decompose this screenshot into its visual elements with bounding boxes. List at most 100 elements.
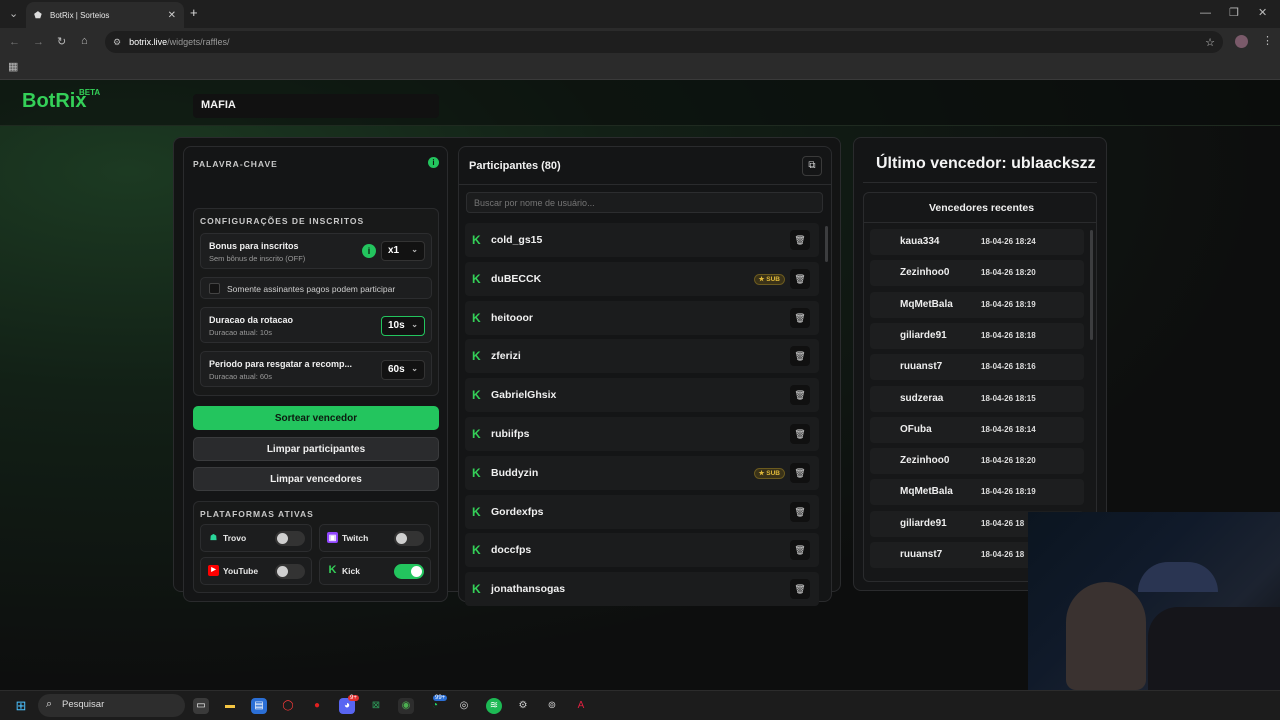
winner-date: 18-04-26 18:18: [981, 330, 1036, 340]
winner-date: 18-04-26 18:20: [981, 456, 1036, 466]
trash-icon[interactable]: 🗑: [790, 307, 810, 328]
trash-icon[interactable]: 🗑: [790, 268, 810, 289]
back-icon[interactable]: ←: [9, 36, 20, 48]
kick-icon: K: [472, 310, 481, 325]
chair-headrest: [1138, 562, 1218, 592]
trash-icon[interactable]: 🗑: [790, 346, 810, 367]
address-bar[interactable]: ⚙ botrix.live/widgets/raffles/ ☆: [105, 31, 1223, 53]
winner-name: MqMetBala: [900, 486, 953, 498]
participant-row[interactable]: K Buddyzin ★ SUB 🗑: [465, 455, 819, 490]
bookmark-star-icon[interactable]: ☆: [1205, 36, 1215, 49]
participant-row[interactable]: K GabrielGhsix 🗑: [465, 378, 819, 413]
trash-icon[interactable]: 🗑: [790, 424, 810, 444]
maximize-icon[interactable]: ❐: [1229, 7, 1239, 19]
trash-icon[interactable]: 🗑: [790, 501, 810, 522]
kick-toggle[interactable]: [394, 564, 424, 579]
participants-scrollbar[interactable]: [825, 226, 828, 262]
participant-row[interactable]: K Gordexfps 🗑: [465, 494, 819, 529]
opera-gx-icon[interactable]: ◯: [280, 698, 296, 714]
store-icon[interactable]: ▤: [251, 698, 267, 714]
botrix-logo[interactable]: BotRix: [22, 90, 86, 113]
participant-row[interactable]: Kzferizi 🗑: [465, 339, 819, 374]
keyword-input[interactable]: MAFIA: [193, 94, 439, 118]
rotation-select-value: 10s: [388, 320, 405, 331]
participant-name: cold_gs15: [491, 234, 543, 246]
participant-row[interactable]: Krubiifps 🗑: [465, 417, 819, 451]
minimize-icon[interactable]: —: [1200, 7, 1211, 19]
botrix-favicon-icon: ⬟: [34, 9, 42, 20]
winner-row: OFuba 18-04-26 18:14: [870, 416, 1084, 443]
trash-icon[interactable]: 🗑: [790, 230, 810, 250]
copy-icon[interactable]: ⧉: [802, 156, 822, 176]
info-icon[interactable]: i: [428, 157, 439, 168]
youtube-toggle[interactable]: [275, 564, 305, 579]
winner-date: 18-04-26 18: [981, 518, 1025, 528]
bonus-info-icon[interactable]: i: [362, 244, 376, 258]
trash-icon[interactable]: 🗑: [790, 462, 810, 483]
steam-icon[interactable]: ◎: [456, 698, 472, 714]
windows-start-icon[interactable]: ⊞: [13, 698, 29, 714]
menu-kebab-icon[interactable]: ⋮: [1262, 35, 1273, 47]
participant-name: GabrielGhsix: [491, 389, 557, 402]
winners-scrollbar[interactable]: [1090, 230, 1093, 340]
app-disc-icon[interactable]: ⊚: [544, 698, 560, 714]
home-icon[interactable]: ⌂: [81, 35, 88, 47]
winner-name: MqMetBala: [900, 298, 953, 310]
person-head: [1066, 582, 1146, 690]
trovo-toggle[interactable]: [275, 531, 305, 546]
taskbar-search[interactable]: ⌕ Pesquisar: [38, 694, 185, 717]
discord-badge: 9+: [348, 695, 359, 701]
twitch-toggle[interactable]: [394, 531, 424, 546]
winner-date: 18-04-26 18:15: [981, 393, 1036, 403]
forward-icon[interactable]: →: [33, 36, 44, 48]
platform-twitch: ▣ Twitch: [319, 524, 431, 552]
participant-row[interactable]: Kdoccfps 🗑: [465, 533, 819, 568]
file-explorer-icon[interactable]: ▬: [222, 698, 238, 714]
participant-name: heitooor: [491, 311, 533, 324]
xbox-icon[interactable]: ⊠: [368, 698, 384, 714]
rotation-select[interactable]: 10s ⌄: [381, 316, 425, 336]
site-header: BotRix BETA: [0, 80, 1280, 126]
profile-avatar[interactable]: [1235, 35, 1248, 48]
participants-title: Participantes (80): [469, 160, 561, 172]
site-info-icon[interactable]: ⚙: [113, 37, 121, 48]
platform-trovo-label: Trovo: [223, 533, 247, 543]
close-tab-icon[interactable]: ✕: [168, 10, 176, 21]
apps-grid-icon[interactable]: ▦: [8, 61, 18, 73]
paid-only-checkbox[interactable]: [209, 283, 220, 294]
tab-search-chevron-icon[interactable]: ⌄: [9, 8, 18, 20]
app-red-icon[interactable]: ●: [309, 698, 325, 714]
bonus-select[interactable]: x1 ⌄: [381, 241, 425, 261]
participant-search-input[interactable]: [466, 192, 823, 213]
winner-name: OFuba: [900, 423, 932, 435]
browser-tab-bar: ⌄ ⬟ BotRix | Sorteios ✕ + — ❐ ✕: [0, 0, 1280, 28]
clear-winners-button[interactable]: Limpar vencedores: [193, 467, 439, 491]
subscriber-config-title: CONFIGURAÇÕES DE INSCRITOS: [200, 216, 365, 226]
reload-icon[interactable]: ↻: [57, 36, 66, 48]
winner-date: 18-04-26 18:19: [981, 487, 1036, 497]
trash-icon[interactable]: 🗑: [790, 579, 810, 600]
settings-gear-icon[interactable]: ⚙: [515, 698, 531, 714]
task-view-icon[interactable]: ▭: [193, 698, 209, 714]
paid-only-row[interactable]: Somente assinantes pagos podem participa…: [200, 277, 432, 299]
participant-row[interactable]: Kcold_gs15 🗑: [465, 223, 819, 257]
app-a-icon[interactable]: A: [573, 698, 589, 714]
winner-row: Zezinhoo0 18-04-26 18:20: [870, 448, 1084, 475]
close-window-icon[interactable]: ✕: [1258, 7, 1267, 19]
draw-winner-button[interactable]: Sortear vencedor: [193, 406, 439, 430]
chrome-icon[interactable]: ◉: [398, 698, 414, 714]
claim-select[interactable]: 60s ⌄: [381, 360, 425, 380]
spotify-icon[interactable]: ≋: [486, 698, 502, 714]
sub-badge: ★ SUB: [753, 273, 785, 285]
platforms-title: PLATAFORMAS ATIVAS: [200, 509, 314, 519]
participant-row[interactable]: Kjonathansogas 🗑: [465, 572, 819, 607]
new-tab-icon[interactable]: +: [190, 6, 198, 19]
trash-icon[interactable]: 🗑: [790, 540, 810, 561]
participant-row[interactable]: KduBECCK ★ SUB 🗑: [465, 261, 819, 296]
clear-participants-button[interactable]: Limpar participantes: [193, 437, 439, 461]
tab-botrix[interactable]: ⬟ BotRix | Sorteios ✕: [26, 2, 184, 28]
trash-icon[interactable]: 🗑: [790, 385, 810, 406]
participant-row[interactable]: Kheitooor 🗑: [465, 300, 819, 335]
chevron-down-icon: ⌄: [411, 364, 418, 373]
divider: [863, 182, 1097, 183]
